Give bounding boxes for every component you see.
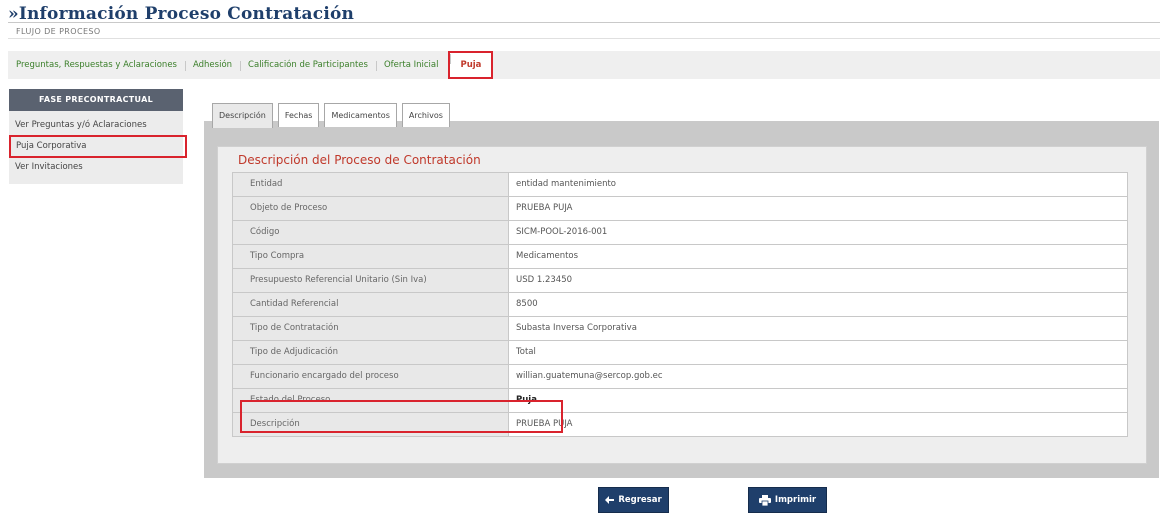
detail-label: Cantidad Referencial: [233, 293, 509, 316]
page-title: »Información Proceso Contratación: [8, 4, 355, 24]
tab-calificacion[interactable]: Calificación de Participantes: [240, 60, 376, 71]
table-row: Tipo de Adjudicación Total: [232, 341, 1128, 365]
detail-label: Código: [233, 221, 509, 244]
status-highlight: [240, 400, 563, 433]
table-row: Cantidad Referencial 8500: [232, 293, 1128, 317]
table-row: Código SICM-POOL-2016-001: [232, 221, 1128, 245]
table-row: Entidad entidad mantenimiento: [232, 173, 1128, 197]
detail-value: PRUEBA PUJA: [509, 197, 1127, 220]
detail-label: Tipo de Contratación: [233, 317, 509, 340]
tab-archivos[interactable]: Archivos: [401, 103, 450, 127]
detail-value: Subasta Inversa Corporativa: [509, 317, 1127, 340]
detail-label: Presupuesto Referencial Unitario (Sin Iv…: [233, 269, 509, 292]
sidebar-item-puja-corporativa[interactable]: Puja Corporativa: [9, 135, 187, 158]
table-row: Objeto de Proceso PRUEBA PUJA: [232, 197, 1128, 221]
sidebar-header: FASE PRECONTRACTUAL: [9, 89, 183, 111]
sidebar-item-preguntas[interactable]: Ver Preguntas y/ó Aclaraciones: [9, 115, 183, 136]
sidebar-item-invitaciones[interactable]: Ver Invitaciones: [9, 157, 183, 178]
tab-preguntas[interactable]: Preguntas, Respuestas y Aclaraciones: [8, 60, 185, 70]
table-row: Presupuesto Referencial Unitario (Sin Iv…: [232, 269, 1128, 293]
detail-value: entidad mantenimiento: [509, 173, 1127, 196]
detail-tabs: Descripción Fechas Medicamentos Archivos: [212, 103, 455, 128]
process-flow-tabs: Preguntas, Respuestas y Aclaraciones Adh…: [8, 51, 1160, 79]
sidebar: FASE PRECONTRACTUAL Ver Preguntas y/ó Ac…: [9, 89, 187, 184]
tab-oferta-inicial[interactable]: Oferta Inicial: [375, 60, 447, 71]
tab-puja[interactable]: Puja: [448, 51, 494, 79]
tab-medicamentos[interactable]: Medicamentos: [324, 103, 397, 127]
tab-fechas[interactable]: Fechas: [277, 103, 320, 127]
detail-value: willian.guatemuna@sercop.gob.ec: [509, 365, 1127, 388]
detail-label: Tipo Compra: [233, 245, 509, 268]
detail-value: Total: [509, 341, 1127, 364]
detail-value: Medicamentos: [509, 245, 1127, 268]
detail-label: Entidad: [233, 173, 509, 196]
table-row: Tipo de Contratación Subasta Inversa Cor…: [232, 317, 1128, 341]
back-button[interactable]: Regresar: [598, 487, 669, 513]
print-button[interactable]: Imprimir: [748, 487, 827, 513]
flow-subtitle: FLUJO DE PROCESO: [16, 27, 101, 36]
process-details-table: Entidad entidad mantenimiento Objeto de …: [232, 172, 1128, 437]
detail-value: SICM-POOL-2016-001: [509, 221, 1127, 244]
print-button-label: Imprimir: [774, 495, 817, 505]
section-title: Descripción del Proceso de Contratación: [238, 153, 481, 167]
detail-label: Funcionario encargado del proceso: [233, 365, 509, 388]
back-arrow-icon: [605, 496, 615, 504]
tab-descripcion[interactable]: Descripción: [212, 103, 273, 128]
subtitle-divider: [8, 38, 1160, 39]
table-row: Tipo Compra Medicamentos: [232, 245, 1128, 269]
detail-value: PRUEBA PUJA: [509, 413, 1127, 436]
tab-adhesion[interactable]: Adhesión: [184, 60, 240, 71]
title-divider: [8, 22, 1160, 23]
back-button-label: Regresar: [618, 495, 662, 505]
printer-icon: [758, 494, 771, 506]
status-value: Puja: [509, 389, 1127, 412]
detail-label: Objeto de Proceso: [233, 197, 509, 220]
detail-label: Tipo de Adjudicación: [233, 341, 509, 364]
detail-value: USD 1.23450: [509, 269, 1127, 292]
detail-value: 8500: [509, 293, 1127, 316]
table-row: Funcionario encargado del proceso willia…: [232, 365, 1128, 389]
